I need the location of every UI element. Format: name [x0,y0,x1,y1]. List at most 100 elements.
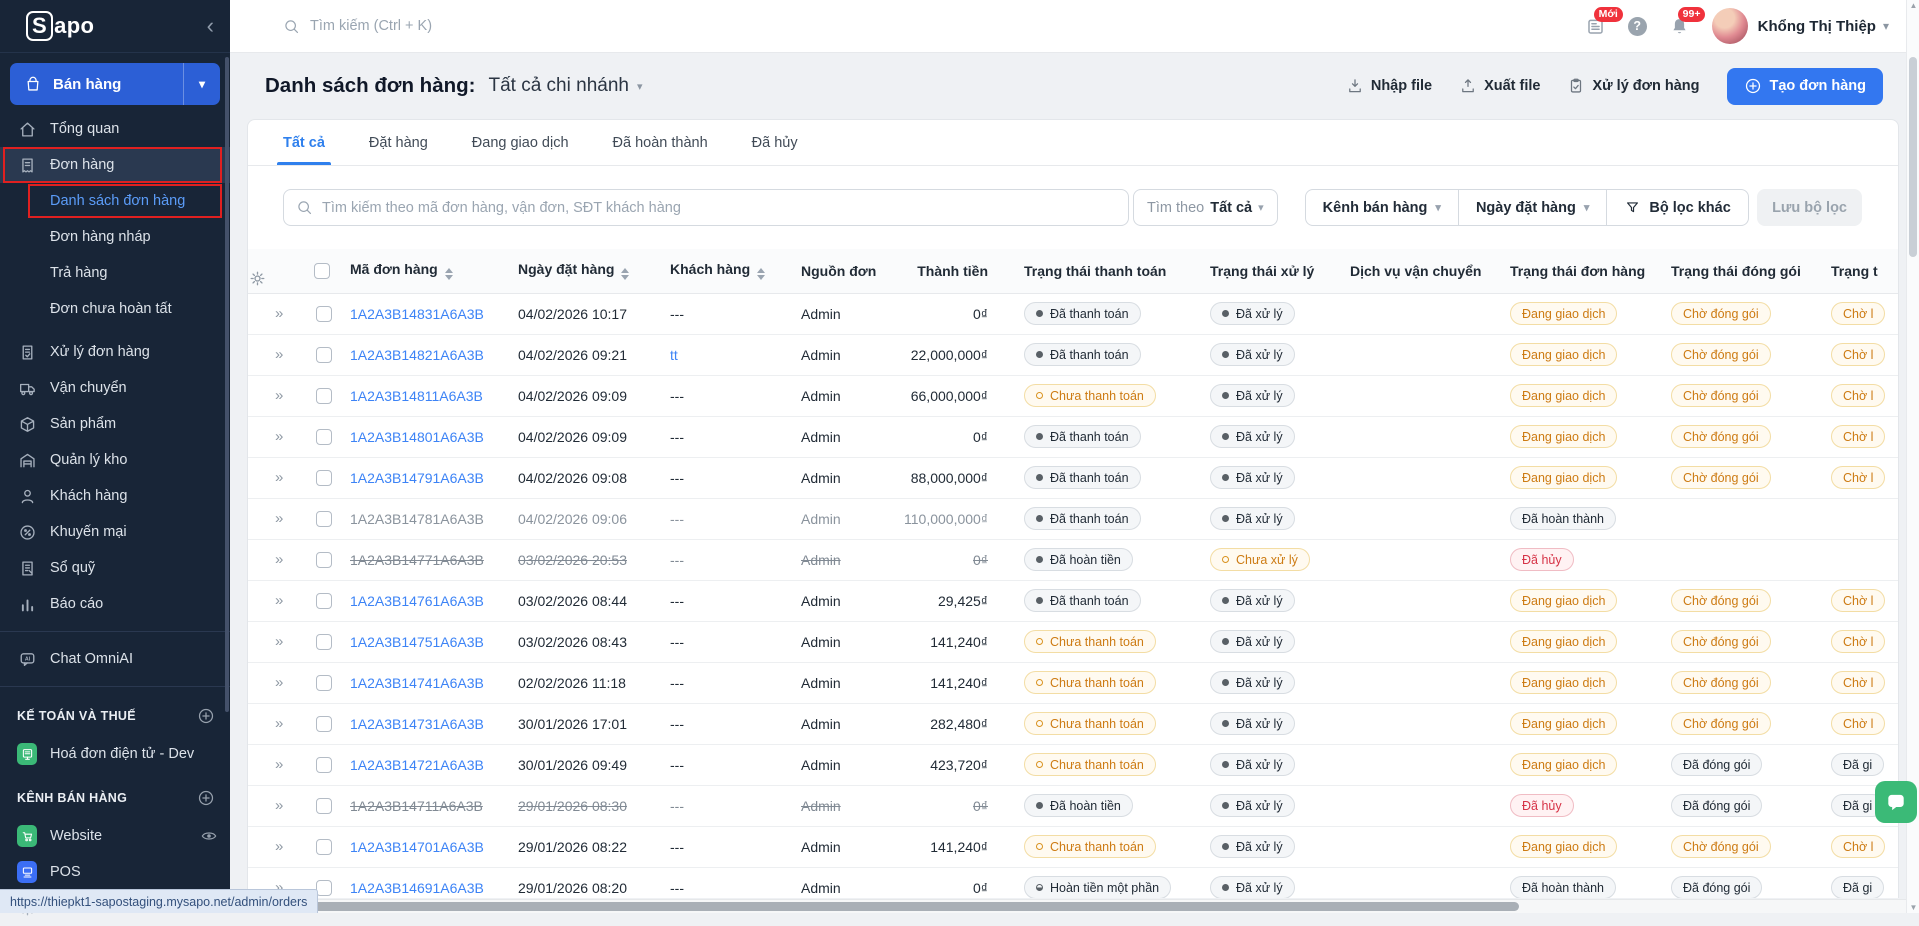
order-id-link[interactable]: 1A2A3B14701A6A3B [350,839,484,855]
expand-row-icon[interactable]: » [250,797,283,814]
expand-row-icon[interactable]: » [250,838,283,855]
more-filters-button[interactable]: Bộ lọc khác [1606,190,1747,225]
select-all-checkbox[interactable] [314,263,330,279]
horizontal-scrollbar-thumb[interactable] [234,902,1519,911]
order-id-link[interactable]: 1A2A3B14791A6A3B [350,470,484,486]
save-filter-button[interactable]: Lưu bộ lọc [1757,189,1862,226]
tab-đã-hoàn-thành[interactable]: Đã hoàn thành [613,135,708,165]
sapo-logo[interactable]: Sapo [26,11,94,41]
row-checkbox[interactable] [316,839,332,855]
sidebar-item-bao-cao[interactable]: Báo cáo [0,586,230,622]
sidebar-subitem-don-hang-nhap[interactable]: Đơn hàng nháp [0,219,230,255]
plus-circle-icon[interactable] [197,707,215,725]
tab-tất-cả[interactable]: Tất cả [283,135,325,165]
order-id-link[interactable]: 1A2A3B14761A6A3B [350,593,484,609]
avatar[interactable] [1712,8,1748,44]
scroll-up-arrow-icon[interactable]: ▲ [1907,1,1919,10]
sidebar-scrollbar-thumb[interactable] [225,57,229,712]
row-checkbox[interactable] [316,798,332,814]
row-checkbox[interactable] [316,716,332,732]
sidebar-item-don-hang[interactable]: Đơn hàng [0,147,230,183]
expand-row-icon[interactable]: » [250,346,283,363]
expand-row-icon[interactable]: » [250,551,283,568]
sidebar-item-van-chuyen[interactable]: Vận chuyển [0,370,230,406]
horizontal-scrollbar[interactable] [230,899,1906,913]
sort-icon[interactable] [757,268,765,280]
row-checkbox[interactable] [316,757,332,773]
expand-row-icon[interactable]: » [250,592,283,609]
plus-circle-icon[interactable] [197,789,215,807]
user-menu-chevron-down-icon[interactable]: ▾ [1883,19,1889,33]
sell-button-caret[interactable]: ▾ [183,63,220,105]
order-id-link[interactable]: 1A2A3B14751A6A3B [350,634,484,650]
chat-widget-button[interactable] [1875,781,1917,823]
row-checkbox[interactable] [316,429,332,445]
row-checkbox[interactable] [316,675,332,691]
sidebar-item-tong-quan[interactable]: Tổng quan [0,111,230,147]
order-id-link[interactable]: 1A2A3B14811A6A3B [350,388,483,404]
process-orders-button[interactable]: Xử lý đơn hàng [1567,77,1699,95]
order-id-link[interactable]: 1A2A3B14721A6A3B [350,757,484,773]
global-search-input[interactable]: Tìm kiếm (Ctrl + K) [230,18,432,35]
sidebar-item-san-pham[interactable]: Sản phẩm [0,406,230,442]
expand-row-icon[interactable]: » [250,674,283,691]
help-button[interactable]: ? [1628,17,1647,36]
sidebar-item-quan-ly-kho[interactable]: Quản lý kho [0,442,230,478]
sort-icon[interactable] [621,268,629,280]
row-checkbox[interactable] [316,552,332,568]
vertical-scrollbar[interactable]: ▲ ▼ [1906,0,1919,913]
channel-filter-dropdown[interactable]: Kênh bán hàng ▾ [1306,190,1458,225]
expand-row-icon[interactable]: » [250,428,283,445]
sidebar-item-pos[interactable]: POS [0,854,230,890]
column-settings-gear-icon[interactable] [248,269,310,288]
expand-row-icon[interactable]: » [250,469,283,486]
tab-đang-giao-dịch[interactable]: Đang giao dịch [472,135,569,165]
create-order-button[interactable]: Tạo đơn hàng [1727,68,1884,105]
sidebar-item-khach-hang[interactable]: Khách hàng [0,478,230,514]
tab-đã-hủy[interactable]: Đã hủy [752,135,798,165]
sidebar-subitem-tra-hang[interactable]: Trả hàng [0,255,230,291]
sidebar-item-so-quy[interactable]: Sổ quỹ [0,550,230,586]
sort-icon[interactable] [445,268,453,280]
find-by-dropdown[interactable]: Tìm theo Tất cả ▾ [1133,189,1278,226]
user-name[interactable]: Khổng Thị Thiệp [1758,18,1876,35]
row-checkbox[interactable] [316,511,332,527]
eye-icon[interactable] [200,827,218,845]
order-id-link[interactable]: 1A2A3B14801A6A3B [350,429,484,445]
expand-row-icon[interactable]: » [250,305,283,322]
row-checkbox[interactable] [316,306,332,322]
expand-row-icon[interactable]: » [250,387,283,404]
sidebar-item-website[interactable]: Website [0,818,230,854]
export-file-button[interactable]: Xuất file [1459,77,1540,95]
row-checkbox[interactable] [316,593,332,609]
order-search-input[interactable]: Tìm kiếm theo mã đơn hàng, vận đơn, SĐT … [283,189,1129,226]
customer-cell[interactable]: tt [670,347,678,363]
order-id-link[interactable]: 1A2A3B14691A6A3B [350,880,484,896]
order-id-link[interactable]: 1A2A3B14741A6A3B [350,675,484,691]
import-file-button[interactable]: Nhập file [1346,77,1432,95]
column-header[interactable]: Khách hàng [668,249,799,293]
row-checkbox[interactable] [316,388,332,404]
sidebar-item-hoa-don-dien-tu[interactable]: Hoá đơn điện tử - Dev [0,736,230,772]
sidebar-subitem-danh-sach-don-hang[interactable]: Danh sách đơn hàng [0,183,230,219]
vertical-scrollbar-thumb[interactable] [1909,57,1917,257]
sidebar-collapse-icon[interactable]: ‹ [207,15,214,37]
sidebar-item-chat-omniai[interactable]: AIChat OmniAI [0,641,230,677]
expand-row-icon[interactable]: » [250,510,283,527]
order-id-link[interactable]: 1A2A3B14821A6A3B [350,347,484,363]
notifications-button[interactable]: 99+ [1669,16,1690,37]
sidebar-subitem-don-chua-hoan-tat[interactable]: Đơn chưa hoàn tất [0,291,230,327]
column-header[interactable]: Mã đơn hàng [348,249,516,293]
order-date-filter-dropdown[interactable]: Ngày đặt hàng ▾ [1458,190,1606,225]
row-checkbox[interactable] [316,347,332,363]
expand-row-icon[interactable]: » [250,633,283,650]
branch-selector[interactable]: Tất cả chi nhánh ▾ [488,75,642,97]
column-header[interactable]: Ngày đặt hàng [516,249,668,293]
order-id-link[interactable]: 1A2A3B14831A6A3B [350,306,484,322]
tab-đặt-hàng[interactable]: Đặt hàng [369,135,428,165]
sidebar-item-xu-ly-don-hang[interactable]: Xử lý đơn hàng [0,334,230,370]
sell-button[interactable]: Bán hàng ▾ [10,63,220,105]
order-id-link[interactable]: 1A2A3B14731A6A3B [350,716,484,732]
whats-new-button[interactable]: Mới [1585,16,1606,37]
expand-row-icon[interactable]: » [250,756,283,773]
